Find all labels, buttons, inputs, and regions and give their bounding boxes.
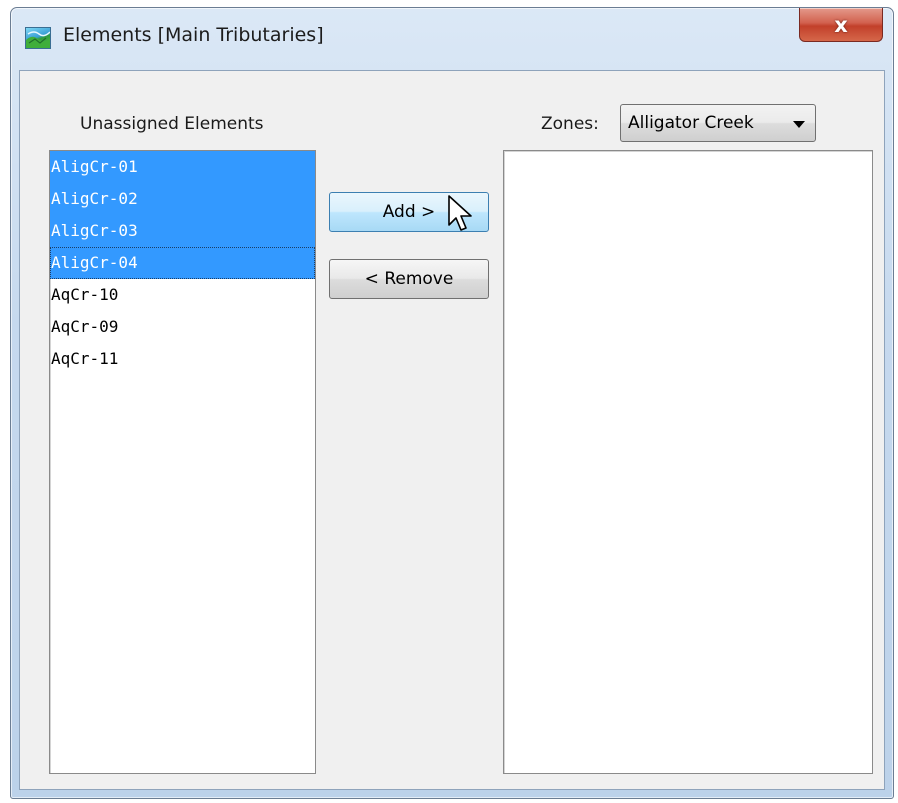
unassigned-elements-label: Unassigned Elements (80, 114, 264, 134)
app-icon (25, 27, 51, 49)
zones-label: Zones: (541, 114, 599, 134)
list-item[interactable]: AqCr-10 (50, 279, 315, 311)
title-bar: Elements [Main Tributaries] x (11, 8, 893, 70)
chevron-down-icon (793, 121, 805, 128)
unassigned-elements-list[interactable]: AligCr-01 AligCr-02 AligCr-03 AligCr-04 AqCr… (49, 150, 316, 774)
zones-dropdown-value: Alligator Creek (628, 113, 754, 133)
remove-button[interactable]: < Remove (329, 259, 489, 299)
close-button[interactable]: x (799, 8, 883, 42)
list-item[interactable]: AligCr-02 (50, 183, 315, 215)
elements-dialog: Elements [Main Tributaries] x Unassigned… (10, 7, 894, 799)
dialog-body: Unassigned Elements AligCr-01 AligCr-02 Al… (19, 70, 885, 790)
add-button-label: Add > (382, 202, 436, 222)
list-item[interactable]: AligCr-04 (50, 247, 315, 279)
mouse-pointer-icon (448, 195, 472, 231)
zones-dropdown[interactable]: Alligator Creek (620, 104, 816, 142)
zone-elements-list[interactable] (503, 150, 873, 774)
remove-button-label: < Remove (364, 269, 454, 289)
list-item[interactable]: AligCr-01 (50, 151, 315, 183)
list-item[interactable]: AqCr-11 (50, 343, 315, 375)
list-item[interactable]: AligCr-03 (50, 215, 315, 247)
window-title: Elements [Main Tributaries] (63, 24, 324, 46)
list-item[interactable]: AqCr-09 (50, 311, 315, 343)
close-icon: x (834, 12, 848, 37)
